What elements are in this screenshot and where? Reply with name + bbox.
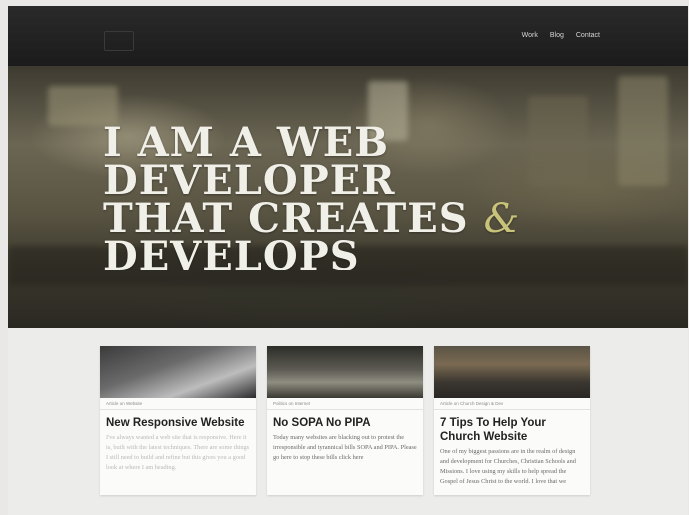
- post-title[interactable]: 7 Tips To Help Your Church Website: [434, 410, 590, 447]
- browser-page: Work Blog Contact I AM A WEB DEVELOPER T…: [8, 6, 688, 515]
- post-excerpt: Today many websites are blacking out to …: [273, 434, 417, 461]
- post-thumbnail[interactable]: [267, 346, 423, 398]
- post-thumbnail[interactable]: [100, 346, 256, 398]
- site-logo[interactable]: [104, 31, 134, 51]
- hero-headline: I AM A WEB DEVELOPER THAT CREATES & DEVE…: [103, 124, 643, 270]
- post-title[interactable]: No SOPA No PIPA: [267, 410, 423, 433]
- post-card[interactable]: Article on Website New Responsive Websit…: [100, 346, 256, 495]
- site-header: Work Blog Contact: [8, 6, 688, 66]
- main-nav: Work Blog Contact: [522, 32, 600, 39]
- post-card[interactable]: Article on Church Design & Dev 7 Tips To…: [434, 346, 590, 495]
- post-meta: Article on Church Design & Dev: [434, 398, 590, 410]
- nav-work-link[interactable]: Work: [522, 32, 538, 39]
- post-excerpt: I've always wanted a web site that is re…: [106, 434, 250, 471]
- nav-contact-link[interactable]: Contact: [576, 32, 600, 39]
- post-card[interactable]: Politics on Internet No SOPA No PIPA Tod…: [267, 346, 423, 495]
- ampersand-glyph: &: [483, 196, 521, 242]
- post-meta: Article on Website: [100, 398, 256, 410]
- post-thumbnail[interactable]: [434, 346, 590, 398]
- post-cards: Article on Website New Responsive Websit…: [100, 346, 600, 495]
- hero-line-4: DEVELOPS: [103, 233, 360, 271]
- nav-blog-link[interactable]: Blog: [550, 32, 564, 39]
- post-excerpt: One of my biggest passions are in the re…: [440, 448, 576, 485]
- post-title[interactable]: New Responsive Website: [100, 410, 256, 433]
- hero-banner: I AM A WEB DEVELOPER THAT CREATES & DEVE…: [8, 66, 688, 328]
- post-meta: Politics on Internet: [267, 398, 423, 410]
